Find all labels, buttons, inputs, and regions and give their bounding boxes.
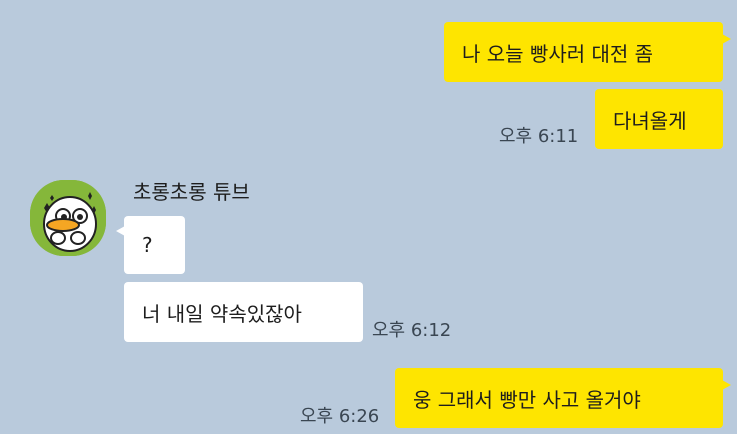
my-message-bubble[interactable]: 다녀올게 [595,89,723,149]
contact-name: 초롱초롱 튜브 [133,180,250,204]
message-time: 오후 6:12 [372,320,452,341]
tube-duck-avatar-icon [30,180,106,256]
my-message-bubble[interactable]: 나 오늘 빵사러 대전 좀 [444,22,731,82]
their-message-bubble[interactable]: ? [116,216,185,274]
message-text: ? [142,233,153,257]
message-time: 오후 6:26 [300,406,380,427]
contact-avatar[interactable] [30,180,106,256]
message-text: 나 오늘 빵사러 대전 좀 [462,41,654,66]
message-text: 다녀올게 [613,108,687,133]
my-message-bubble[interactable]: 웅 그래서 빵만 사고 올거야 [395,368,731,428]
message-text: 너 내일 약속있잖아 [142,301,302,326]
message-time: 오후 6:11 [499,126,579,147]
their-message-bubble[interactable]: 너 내일 약속있잖아 [124,282,363,342]
message-text: 웅 그래서 빵만 사고 올거야 [413,387,641,412]
